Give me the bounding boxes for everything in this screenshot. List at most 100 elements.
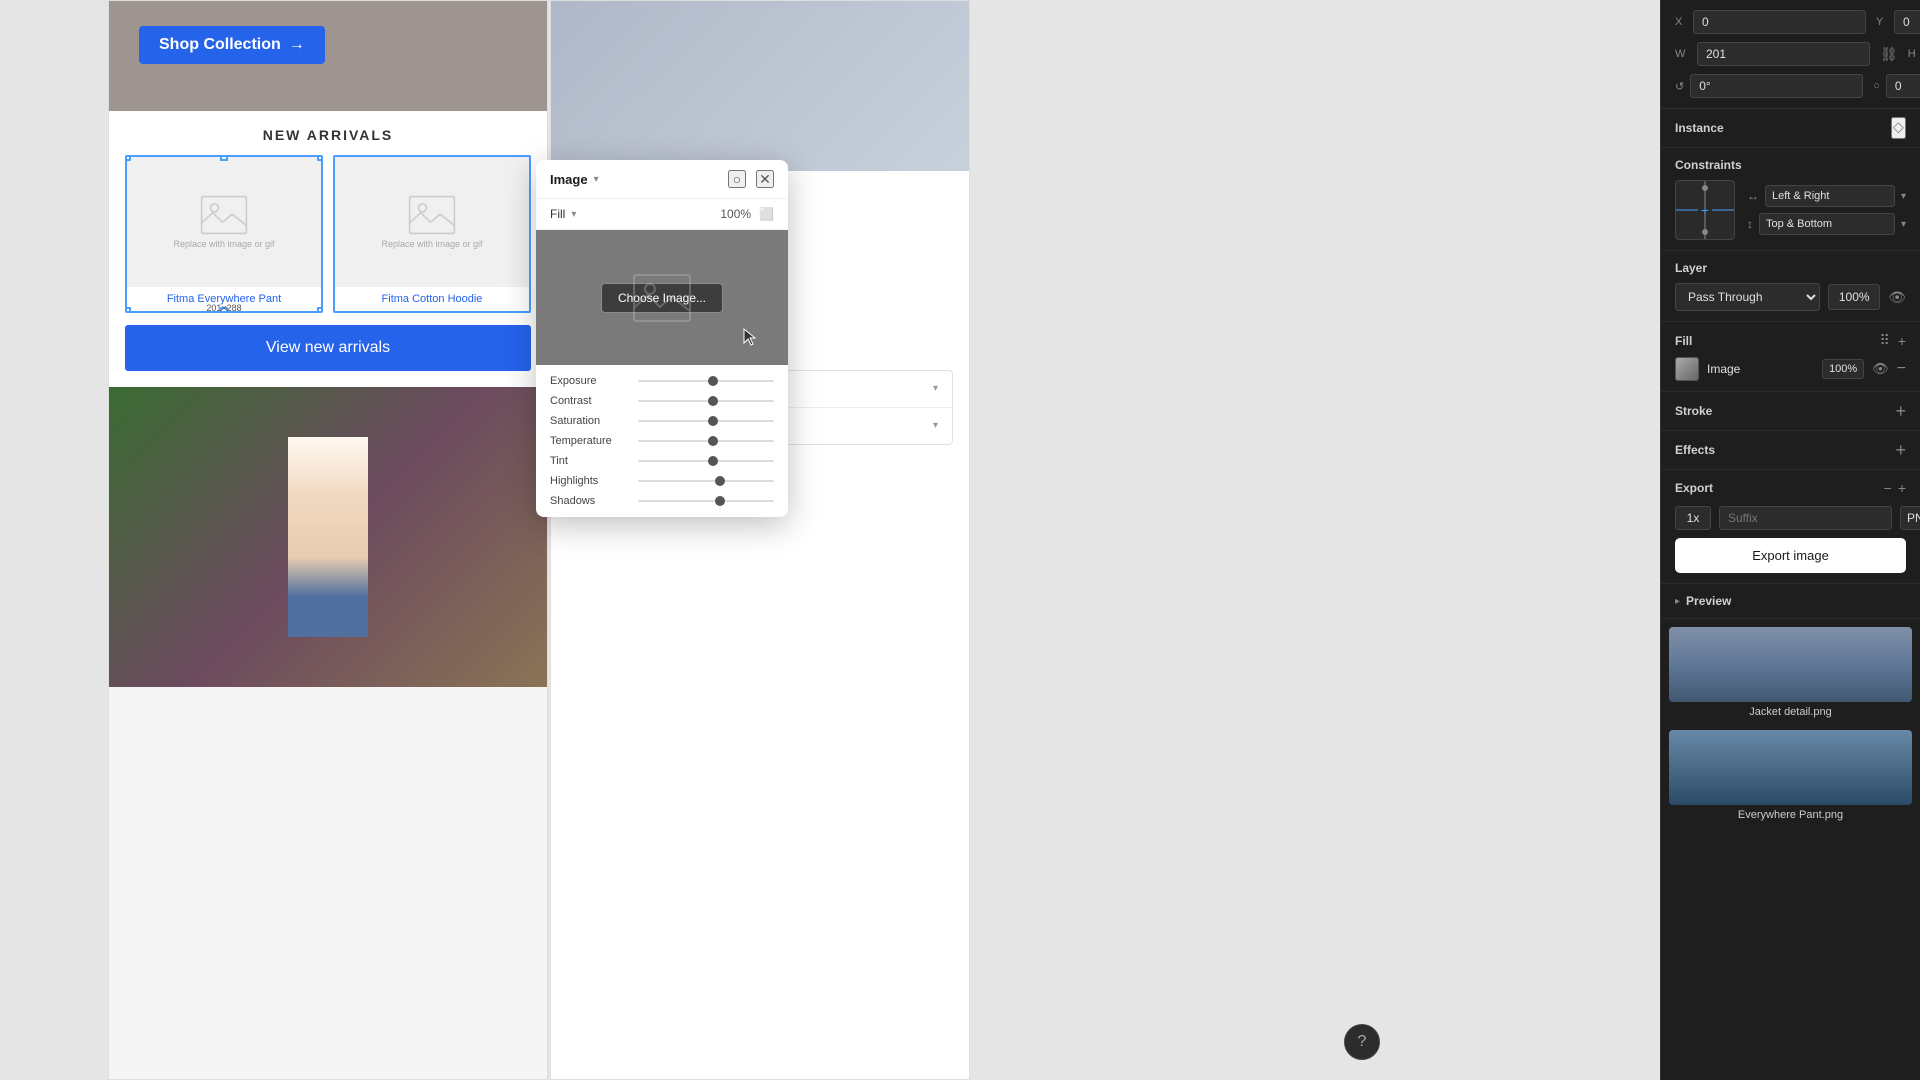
effects-section: Effects + bbox=[1661, 431, 1920, 470]
fill-percent-input[interactable] bbox=[1822, 359, 1864, 379]
adj-highlights-thumb[interactable] bbox=[715, 476, 725, 486]
y-input[interactable] bbox=[1894, 10, 1920, 34]
handle-tr[interactable] bbox=[317, 155, 323, 161]
popup-chevron-icon[interactable]: ▾ bbox=[594, 174, 599, 185]
help-button[interactable]: ? bbox=[1344, 1024, 1380, 1060]
adj-tint-thumb[interactable] bbox=[708, 456, 718, 466]
h-constraint-row: ↔ Left & Right ▾ bbox=[1747, 185, 1906, 207]
constraint-line-left bbox=[1676, 210, 1698, 211]
export-minus-button[interactable]: − bbox=[1884, 480, 1892, 496]
product-name-2: Fitma Cotton Hoodie bbox=[335, 287, 529, 311]
fill-section-title: Fill bbox=[1675, 334, 1692, 348]
shop-btn-label: Shop Collection bbox=[159, 36, 281, 54]
instance-icon-button[interactable]: ⬦ bbox=[1891, 117, 1906, 139]
view-arrivals-button[interactable]: View new arrivals bbox=[125, 325, 531, 371]
stroke-add-button[interactable]: + bbox=[1895, 402, 1906, 420]
export-image-button[interactable]: Export image bbox=[1675, 538, 1906, 573]
export-scale-input[interactable] bbox=[1675, 506, 1711, 530]
fill-item-row: Image 👁 − bbox=[1675, 357, 1906, 381]
adj-highlights-track[interactable] bbox=[638, 480, 774, 482]
fill-percent: 100% bbox=[720, 207, 751, 221]
handle-bl[interactable] bbox=[125, 307, 131, 313]
handle-tl[interactable] bbox=[125, 155, 131, 161]
fill-chevron-icon[interactable]: ▾ bbox=[571, 209, 576, 220]
export-format-select[interactable]: PNG ▾ bbox=[1900, 506, 1920, 530]
adj-shadows-label: Shadows bbox=[550, 495, 630, 507]
radius-group: ○ bbox=[1873, 74, 1920, 98]
layer-visibility-button[interactable]: 👁 bbox=[1888, 289, 1906, 306]
popup-circle-button[interactable]: ○ bbox=[728, 170, 746, 188]
person-photo bbox=[288, 437, 368, 637]
fill-swatch[interactable] bbox=[1675, 357, 1699, 381]
export-format-label: PNG bbox=[1907, 511, 1920, 525]
adj-tint-track[interactable] bbox=[638, 460, 774, 462]
fill-visibility-button[interactable]: 👁 bbox=[1872, 361, 1889, 377]
constraints-box: + bbox=[1675, 180, 1735, 240]
rotation-group: ↺ bbox=[1675, 74, 1863, 98]
export-add-button[interactable]: + bbox=[1898, 480, 1906, 496]
adj-temperature-thumb[interactable] bbox=[708, 436, 718, 446]
constraint-line-right bbox=[1712, 210, 1734, 211]
fill-remove-button[interactable]: − bbox=[1897, 361, 1906, 377]
x-input[interactable] bbox=[1693, 10, 1866, 34]
v-constraint-chevron: ▾ bbox=[1901, 219, 1906, 230]
popup-title: Image bbox=[550, 172, 588, 187]
adj-contrast-thumb[interactable] bbox=[708, 396, 718, 406]
canvas-area: Shop Collection → NEW ARRIVALS bbox=[0, 0, 1660, 1080]
opacity-input[interactable] bbox=[1828, 284, 1880, 310]
constraints-selects: ↔ Left & Right ▾ ↕ Top & Bottom ▾ bbox=[1747, 185, 1906, 235]
layer-section: Layer Pass Through 👁 bbox=[1661, 251, 1920, 322]
asset-jacket[interactable]: Jacket detail.png bbox=[1669, 627, 1912, 718]
product-card-2[interactable]: Replace with image or gif Fitma Cotton H… bbox=[333, 155, 531, 313]
export-suffix-input[interactable] bbox=[1719, 506, 1892, 530]
h-constraint-icon: ↔ bbox=[1747, 189, 1759, 203]
preview-section[interactable]: ▸ Preview bbox=[1661, 584, 1920, 618]
handle-br[interactable] bbox=[317, 307, 323, 313]
fill-section-header: Fill ⠿ + bbox=[1675, 332, 1906, 349]
adj-shadows-thumb[interactable] bbox=[715, 496, 725, 506]
handle-tm[interactable] bbox=[220, 155, 228, 161]
preview-chevron-icon: ▸ bbox=[1675, 596, 1680, 607]
shop-collection-button[interactable]: Shop Collection → bbox=[139, 26, 325, 64]
product-card-1[interactable]: Replace with image or gif Fitma Everywhe… bbox=[125, 155, 323, 313]
fill-add-button[interactable]: + bbox=[1898, 333, 1906, 349]
product-detail-bg bbox=[551, 1, 969, 171]
fill-grid-button[interactable]: ⠿ bbox=[1880, 332, 1890, 349]
popup-fill-row: Fill ▾ 100% ⬜ bbox=[536, 199, 788, 230]
adj-saturation-track[interactable] bbox=[638, 420, 774, 422]
adj-exposure-thumb[interactable] bbox=[708, 376, 718, 386]
product-image-2: Replace with image or gif bbox=[335, 157, 529, 287]
w-input[interactable] bbox=[1697, 42, 1870, 66]
h-group: H bbox=[1908, 42, 1920, 66]
v-constraint-select[interactable]: Top & Bottom bbox=[1759, 213, 1895, 235]
adj-tint-label: Tint bbox=[550, 455, 630, 467]
adj-saturation-thumb[interactable] bbox=[708, 416, 718, 426]
xy-row: X Y bbox=[1675, 10, 1906, 34]
blend-mode-select[interactable]: Pass Through bbox=[1675, 283, 1820, 311]
export-title: Export bbox=[1675, 481, 1713, 495]
adj-contrast-track[interactable] bbox=[638, 400, 774, 402]
wh-row: W ⛓ H ⤢ bbox=[1675, 42, 1906, 66]
lock-proportions-button[interactable]: ⛓ bbox=[1880, 46, 1898, 63]
export-item-row: PNG ▾ ••• bbox=[1675, 506, 1906, 530]
fill-frame-icon[interactable]: ⬜ bbox=[759, 207, 774, 221]
adj-shadows-track[interactable] bbox=[638, 500, 774, 502]
adj-exposure-track[interactable] bbox=[638, 380, 774, 382]
h-constraint-value: Left & Right bbox=[1772, 190, 1829, 202]
popup-close-button[interactable]: ✕ bbox=[756, 170, 774, 188]
hero-section: Shop Collection → bbox=[109, 1, 547, 111]
radius-input[interactable] bbox=[1886, 74, 1920, 98]
fill-right: 100% ⬜ bbox=[720, 207, 774, 221]
asset-pants[interactable]: Everywhere Pant.png bbox=[1669, 730, 1912, 821]
fill-section: Fill ⠿ + Image 👁 − bbox=[1661, 322, 1920, 392]
effects-title: Effects bbox=[1675, 443, 1715, 457]
chevron-down-icon: ▾ bbox=[933, 383, 938, 394]
effects-add-button[interactable]: + bbox=[1895, 441, 1906, 459]
rotation-input[interactable] bbox=[1690, 74, 1863, 98]
h-constraint-chevron: ▾ bbox=[1901, 191, 1906, 202]
h-constraint-select[interactable]: Left & Right bbox=[1765, 185, 1895, 207]
instance-section: Instance ⬦ bbox=[1661, 109, 1920, 148]
layer-header: Layer bbox=[1675, 261, 1906, 275]
adj-temperature-track[interactable] bbox=[638, 440, 774, 442]
export-header-icons: − + bbox=[1884, 480, 1906, 496]
